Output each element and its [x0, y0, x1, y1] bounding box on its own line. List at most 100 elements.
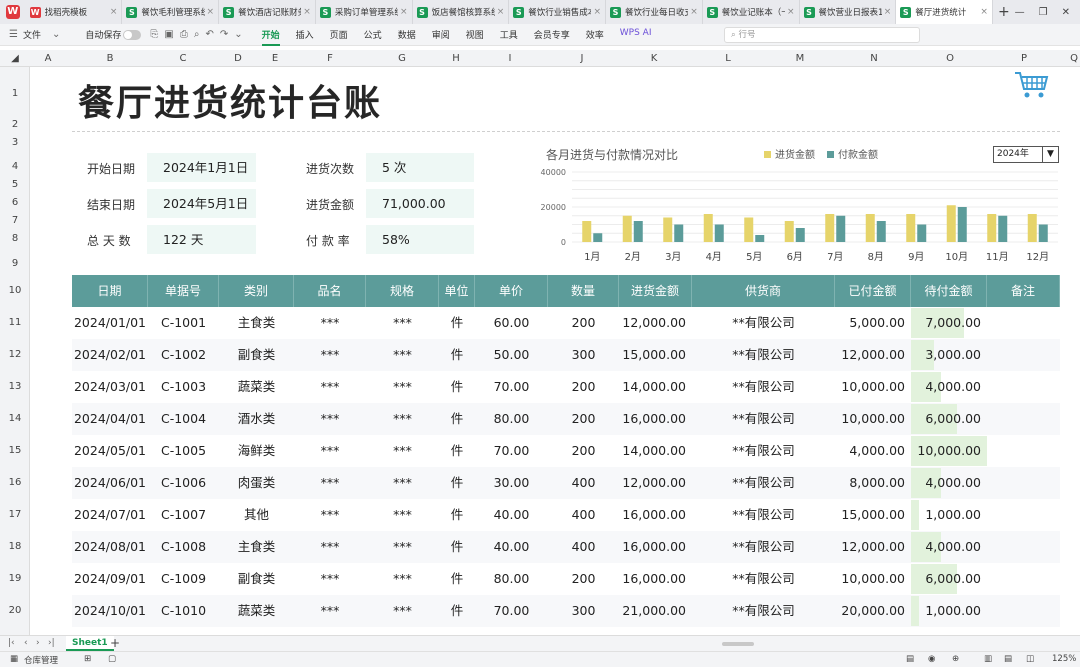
horizontal-scrollbar[interactable]: [722, 642, 754, 646]
bar-payment[interactable]: [917, 224, 927, 243]
cell-paid[interactable]: 15,000.00: [835, 499, 911, 531]
cell-unit[interactable]: 件: [439, 307, 475, 339]
menu-item[interactable]: 开始: [254, 28, 288, 46]
row-header[interactable]: 13: [0, 381, 30, 392]
cell-date[interactable]: 2024/01/01: [72, 307, 148, 339]
column-header-cell[interactable]: 规格: [366, 275, 439, 307]
cell-due[interactable]: 7,000.00: [911, 307, 987, 339]
cell-name[interactable]: ***: [294, 563, 366, 595]
column-header[interactable]: A: [36, 50, 60, 67]
row-header[interactable]: 1: [0, 88, 30, 99]
cell-spec[interactable]: ***: [366, 307, 439, 339]
document-tab[interactable]: S 餐厅进货统计 ×: [896, 0, 993, 24]
column-header-cell[interactable]: 类别: [219, 275, 294, 307]
bar-payment[interactable]: [795, 228, 805, 242]
bar-payment[interactable]: [633, 221, 643, 242]
column-header[interactable]: G: [390, 50, 414, 67]
cell-price[interactable]: 70.00: [475, 435, 548, 467]
more-chevron-icon[interactable]: ⌄: [231, 29, 245, 40]
print-icon[interactable]: ⎙: [177, 29, 191, 40]
cell-paid[interactable]: 20,000.00: [835, 595, 911, 627]
row-header[interactable]: 18: [0, 541, 30, 552]
wps-logo-icon[interactable]: W: [0, 0, 26, 24]
cell-supplier[interactable]: **有限公司: [692, 531, 835, 563]
cell-spec[interactable]: ***: [366, 467, 439, 499]
cell-id[interactable]: C-1002: [148, 339, 219, 371]
document-tab[interactable]: S 饭店餐馆核算系统 ×: [413, 0, 510, 24]
cell-qty[interactable]: 200: [548, 307, 619, 339]
cell-name[interactable]: ***: [294, 307, 366, 339]
eye-protection-icon[interactable]: ◉: [928, 654, 935, 664]
cell-note[interactable]: [987, 403, 1060, 435]
cell-due[interactable]: 1,000.00: [911, 595, 987, 627]
cell-supplier[interactable]: **有限公司: [692, 307, 835, 339]
menu-item[interactable]: WPS AI: [612, 28, 660, 41]
cell-id[interactable]: C-1008: [148, 531, 219, 563]
cell-unit[interactable]: 件: [439, 531, 475, 563]
row-header[interactable]: 12: [0, 349, 30, 360]
column-header[interactable]: I: [498, 50, 522, 67]
cell-note[interactable]: [987, 371, 1060, 403]
cell-unit[interactable]: 件: [439, 435, 475, 467]
cell-date[interactable]: 2024/02/01: [72, 339, 148, 371]
column-header[interactable]: P: [1012, 50, 1036, 67]
cell-supplier[interactable]: **有限公司: [692, 435, 835, 467]
bar-payment[interactable]: [957, 207, 967, 242]
cell-note[interactable]: [987, 339, 1060, 371]
cell-date[interactable]: 2024/04/01: [72, 403, 148, 435]
cell-spec[interactable]: ***: [366, 563, 439, 595]
cell-id[interactable]: C-1005: [148, 435, 219, 467]
document-tab[interactable]: S 餐饮毛利管理系统 ×: [122, 0, 220, 24]
cell-date[interactable]: 2024/06/01: [72, 467, 148, 499]
cell-amount[interactable]: 16,000.00: [619, 531, 692, 563]
bar-payment[interactable]: [674, 224, 684, 243]
column-header-cell[interactable]: 供货商: [692, 275, 835, 307]
cell-paid[interactable]: 5,000.00: [835, 307, 911, 339]
cell-date[interactable]: 2024/05/01: [72, 435, 148, 467]
cell-unit[interactable]: 件: [439, 467, 475, 499]
row-header[interactable]: 4: [0, 161, 30, 172]
cell-amount[interactable]: 16,000.00: [619, 499, 692, 531]
cell-due[interactable]: 4,000.00: [911, 531, 987, 563]
cell-amount[interactable]: 12,000.00: [619, 467, 692, 499]
document-tab[interactable]: S 采购订单管理系统 ×: [316, 0, 413, 24]
cell-due[interactable]: 4,000.00: [911, 467, 987, 499]
close-icon[interactable]: ×: [400, 7, 408, 17]
bar-purchase[interactable]: [1027, 214, 1037, 242]
cell-amount[interactable]: 12,000.00: [619, 307, 692, 339]
cell-unit[interactable]: 件: [439, 403, 475, 435]
cell-id[interactable]: C-1010: [148, 595, 219, 627]
menu-item[interactable]: 工具: [492, 28, 526, 41]
purchase-amount-value[interactable]: 71,000.00: [366, 189, 474, 218]
cell-date[interactable]: 2024/07/01: [72, 499, 148, 531]
cell-qty[interactable]: 400: [548, 467, 619, 499]
chevron-down-icon[interactable]: ⌄: [49, 29, 63, 40]
cell-due[interactable]: 1,000.00: [911, 499, 987, 531]
cell-due[interactable]: 10,000.00: [911, 435, 987, 467]
cell-amount[interactable]: 16,000.00: [619, 563, 692, 595]
save-icon[interactable]: ▣: [161, 29, 176, 40]
cell-supplier[interactable]: **有限公司: [692, 563, 835, 595]
cell-note[interactable]: [987, 435, 1060, 467]
prev-sheet-icon[interactable]: ‹: [24, 638, 28, 648]
cell-amount[interactable]: 21,000.00: [619, 595, 692, 627]
row-header[interactable]: 8: [0, 233, 30, 244]
column-header[interactable]: E: [263, 50, 287, 67]
status-left-label[interactable]: 仓库管理: [24, 654, 58, 666]
cell-due[interactable]: 4,000.00: [911, 371, 987, 403]
cell-supplier[interactable]: **有限公司: [692, 467, 835, 499]
bar-payment[interactable]: [1038, 224, 1048, 243]
cell-id[interactable]: C-1001: [148, 307, 219, 339]
cell-cat[interactable]: 蔬菜类: [219, 595, 294, 627]
undo-icon[interactable]: ↶: [202, 29, 216, 40]
cell-price[interactable]: 50.00: [475, 339, 548, 371]
column-header[interactable]: M: [788, 50, 812, 67]
cell-cat[interactable]: 肉蛋类: [219, 467, 294, 499]
row-header[interactable]: 3: [0, 137, 30, 148]
row-header[interactable]: 17: [0, 509, 30, 520]
dropdown-arrow-icon[interactable]: ▼: [1042, 147, 1058, 162]
menu-icon[interactable]: ☰: [6, 29, 21, 40]
row-header[interactable]: 20: [0, 605, 30, 616]
cell-due[interactable]: 6,000.00: [911, 403, 987, 435]
cell-id[interactable]: C-1007: [148, 499, 219, 531]
